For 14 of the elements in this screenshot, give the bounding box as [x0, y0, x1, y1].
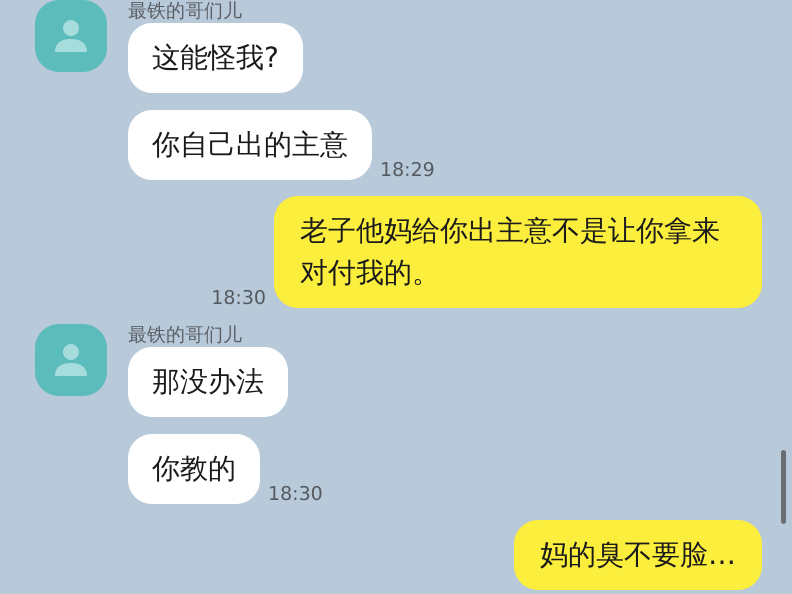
avatar-icon [35, 324, 107, 396]
message-time: 18:30 [268, 482, 323, 506]
message-bubble: 你教的 [128, 434, 260, 504]
message-bubble: 这能怪我? [128, 23, 303, 93]
message-time: 18:30 [211, 286, 266, 310]
sender-name: 最铁的哥们儿 [128, 0, 243, 22]
message-bubble: 那没办法 [128, 347, 288, 417]
sender-name: 最铁的哥们儿 [128, 324, 243, 346]
message-bubble: 老子他妈给你出主意不是让你拿来对付我的。 [274, 196, 762, 308]
message-time: 18:29 [380, 158, 435, 182]
scrollbar[interactable] [781, 450, 786, 524]
avatar-icon [35, 0, 107, 72]
message-bubble: 妈的臭不要脸… [514, 520, 762, 590]
message-bubble: 你自己出的主意 [128, 110, 372, 180]
